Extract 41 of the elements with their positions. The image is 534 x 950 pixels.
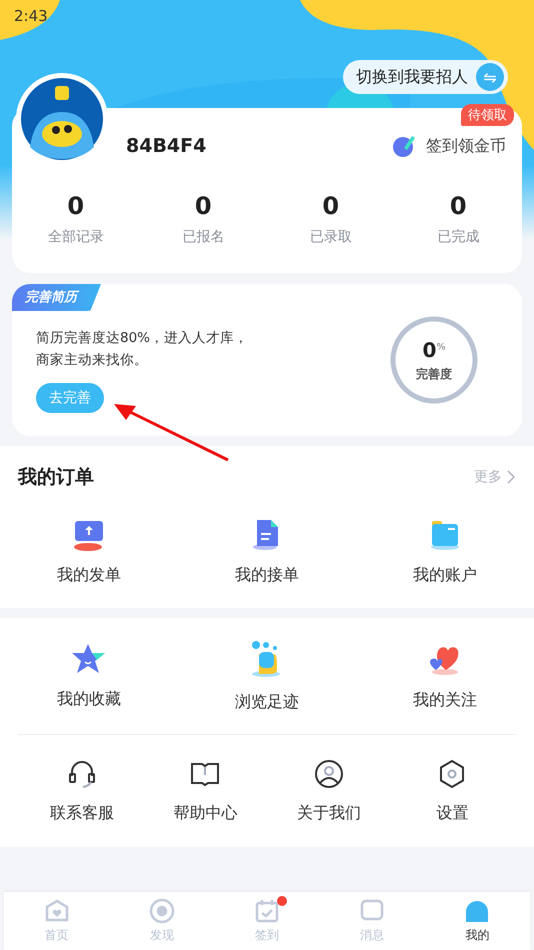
status-time: 2:43 bbox=[14, 7, 48, 25]
monitor-upload-icon bbox=[72, 518, 106, 550]
footprint-icon bbox=[251, 640, 283, 678]
checkin-link[interactable]: 签到领金币 bbox=[426, 136, 506, 156]
progress-value: 0$^{%}$ bbox=[422, 338, 446, 362]
menu-item-label[interactable]: 我的接单 bbox=[235, 564, 299, 586]
menu-item-label[interactable]: 联系客服 bbox=[50, 802, 114, 824]
menu-item-label[interactable]: 帮助中心 bbox=[173, 802, 238, 824]
switch-role-button[interactable]: 切换到我要招人 ⇋ bbox=[343, 60, 508, 94]
menu-item-label[interactable]: 我的发单 bbox=[57, 564, 121, 586]
stat-value: 0 bbox=[322, 192, 340, 220]
headset-icon bbox=[66, 758, 97, 788]
chevron-right-icon bbox=[506, 469, 516, 485]
resume-tag: 完善简历 bbox=[12, 284, 101, 311]
stat-value: 0 bbox=[450, 192, 467, 220]
home-icon bbox=[44, 898, 70, 924]
stat-value: 0 bbox=[67, 192, 84, 220]
star-icon bbox=[72, 642, 106, 674]
section-title: 我的订单 bbox=[18, 465, 94, 490]
pending-badge: 待领取 bbox=[461, 104, 514, 126]
menu-item-label[interactable]: 关于我们 bbox=[296, 802, 361, 824]
menu-item-label[interactable]: 我的收藏 bbox=[57, 688, 121, 710]
pen-icon bbox=[392, 134, 416, 158]
person-icon bbox=[314, 758, 344, 788]
username: 84B4F4 bbox=[126, 135, 206, 157]
stat-label: 已完成 bbox=[437, 228, 480, 246]
eye-icon bbox=[148, 898, 175, 924]
menu-item-label[interactable]: 我的关注 bbox=[413, 690, 477, 710]
stat-label: 全部记录 bbox=[48, 228, 104, 246]
menu-item-label[interactable]: 设置 bbox=[436, 802, 468, 824]
stat-value: 0 bbox=[194, 192, 212, 220]
folder-icon bbox=[429, 518, 461, 550]
resume-description: 简历完善度达80%，进入人才库， bbox=[36, 329, 248, 348]
menu-item-label[interactable]: 浏览足迹 bbox=[235, 692, 299, 712]
calendar-icon bbox=[254, 898, 280, 924]
resume-description: 商家主动来找你。 bbox=[36, 351, 148, 370]
progress-label: 完善度 bbox=[416, 366, 452, 382]
stat-label: 已报名 bbox=[182, 228, 224, 246]
menu-item-label[interactable]: 我的账户 bbox=[413, 564, 477, 586]
tab-bar-item[interactable]: 我的 bbox=[424, 892, 530, 950]
stat-label: 已录取 bbox=[310, 228, 352, 246]
